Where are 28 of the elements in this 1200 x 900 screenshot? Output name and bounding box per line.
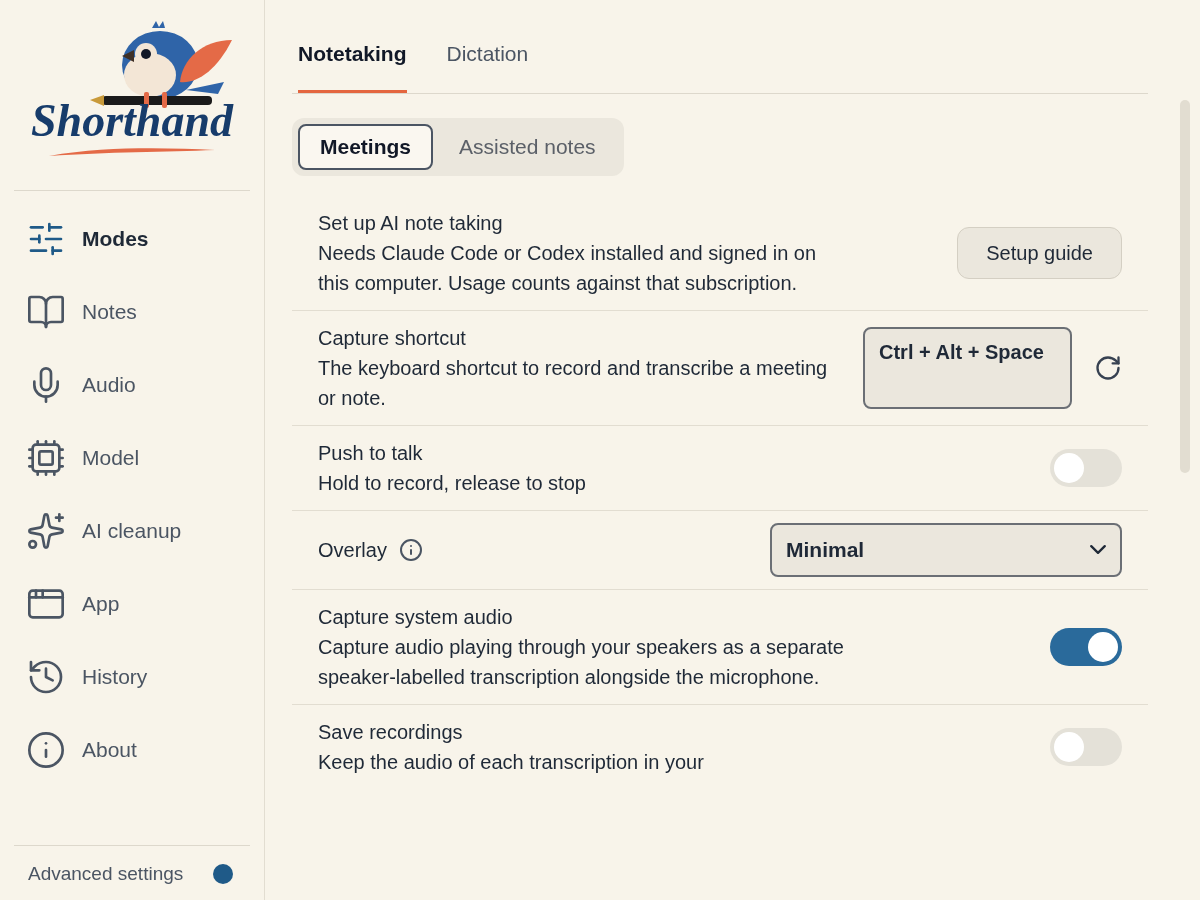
- tab[interactable]: Notetaking: [298, 38, 407, 93]
- segment-button[interactable]: Meetings: [298, 123, 433, 170]
- setting-title: Overlay: [318, 537, 387, 563]
- advanced-settings-link[interactable]: Advanced settings: [28, 859, 184, 888]
- setting-title: Capture shortcut: [318, 325, 466, 351]
- setting-description: Needs Claude Code or Codex installed and signed in on this computer. Usage counts against that subscription.: [318, 240, 818, 296]
- logo-text: Shorthand: [31, 96, 233, 146]
- segment-button[interactable]: Assisted notes: [437, 123, 618, 170]
- setting-title: Capture system audio: [318, 604, 513, 630]
- setting-description: Capture audio playing through your speakers as a separate speaker-labelled transcription alongside the microphone.: [318, 634, 845, 690]
- overlay-dropdown[interactable]: Minimal: [770, 522, 1122, 577]
- setting-title: Save recordings: [318, 719, 463, 745]
- sidebar-item[interactable]: History: [26, 653, 238, 701]
- setting-description: Keep the audio of each transcription in your: [318, 749, 705, 775]
- setting-title: Set up AI note taking: [318, 210, 503, 236]
- sidebar-item[interactable]: App: [26, 580, 238, 628]
- setting-title: Push to talk: [318, 440, 423, 466]
- shortcut-field[interactable]: Ctrl + Alt + Space: [863, 326, 1072, 409]
- sidebar-item[interactable]: About: [26, 726, 238, 774]
- sidebar-item[interactable]: Model: [26, 434, 238, 482]
- sidebar-item[interactable]: Audio: [26, 361, 238, 409]
- setup-guide-button[interactable]: Setup guide: [957, 226, 1122, 279]
- setting-description: Hold to record, release to stop: [318, 470, 587, 496]
- setting-description: The keyboard shortcut to record and transcribe a meeting or note.: [318, 355, 829, 411]
- sidebar-item[interactable]: AI cleanup: [26, 507, 238, 555]
- sidebar-item[interactable]: Modes: [26, 215, 238, 263]
- tab[interactable]: Dictation: [446, 38, 529, 93]
- sidebar-item[interactable]: Notes: [26, 288, 238, 336]
